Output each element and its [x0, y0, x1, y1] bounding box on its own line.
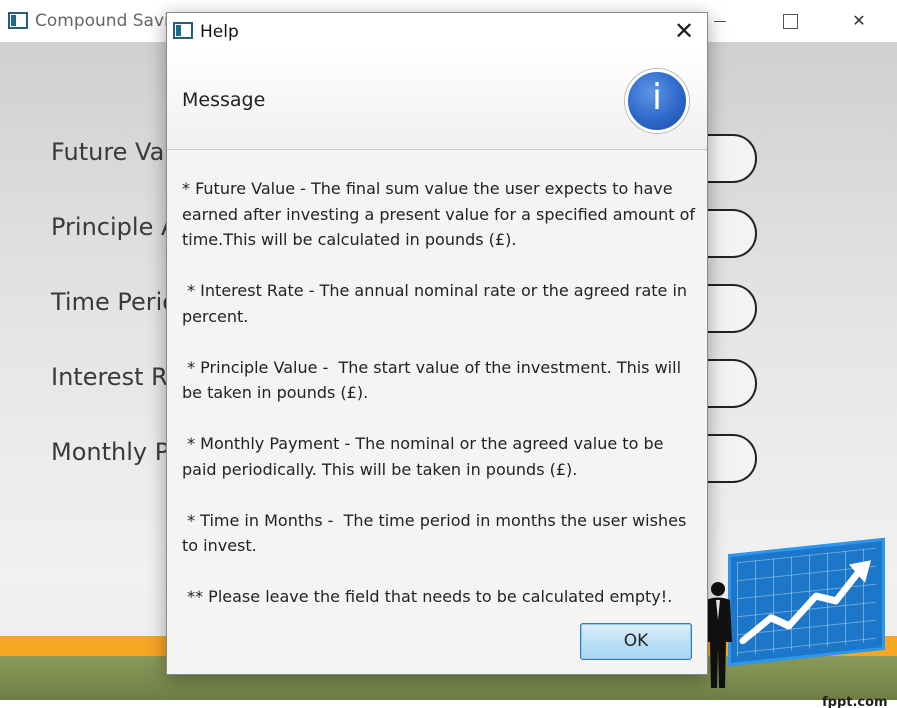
help-paragraph-monthly-payment: * Monthly Payment - The nominal or the a…: [182, 434, 669, 479]
app-window-icon: [8, 12, 28, 29]
main-window-title: Compound Savi: [35, 11, 169, 31]
help-paragraph-time-in-months: * Time in Months - The time period in mo…: [182, 510, 692, 556]
future-value-label: Future Val: [51, 138, 171, 166]
footer-strip: [0, 700, 897, 708]
help-dialog: Help ✕ Message i * Future Value - The fi…: [166, 12, 708, 675]
main-close-icon[interactable]: ✕: [836, 8, 882, 34]
principle-amount-label: Principle A: [51, 213, 178, 241]
maximize-icon[interactable]: [766, 8, 812, 34]
help-paragraph-future-value: * Future Value - The final sum value the…: [182, 179, 701, 249]
dialog-title: Help: [200, 22, 239, 42]
dialog-close-icon[interactable]: ✕: [667, 17, 701, 45]
dialog-window-icon: [173, 22, 193, 39]
dialog-header-text: Message: [182, 89, 266, 111]
ok-button[interactable]: OK: [580, 623, 692, 660]
fppt-watermark: fppt.com: [822, 695, 888, 708]
help-paragraph-interest-rate: * Interest Rate - The annual nominal rat…: [182, 281, 693, 326]
dialog-header: Message i: [167, 49, 707, 150]
dialog-titlebar: Help ✕: [167, 13, 707, 49]
dialog-message-body: * Future Value - The final sum value the…: [182, 176, 697, 610]
growth-arrow-icon: [739, 560, 871, 645]
help-paragraph-principle-value: * Principle Value - The start value of t…: [182, 357, 687, 403]
interest-rate-label: Interest Ra: [51, 363, 182, 391]
growth-chart-board-image: [728, 537, 885, 667]
time-period-label: Time Perio: [51, 288, 177, 316]
info-icon: i: [625, 69, 689, 133]
help-paragraph-note: ** Please leave the field that needs to …: [182, 587, 673, 606]
info-icon-glyph: i: [651, 77, 662, 118]
monthly-payment-label: Monthly P: [51, 438, 170, 466]
